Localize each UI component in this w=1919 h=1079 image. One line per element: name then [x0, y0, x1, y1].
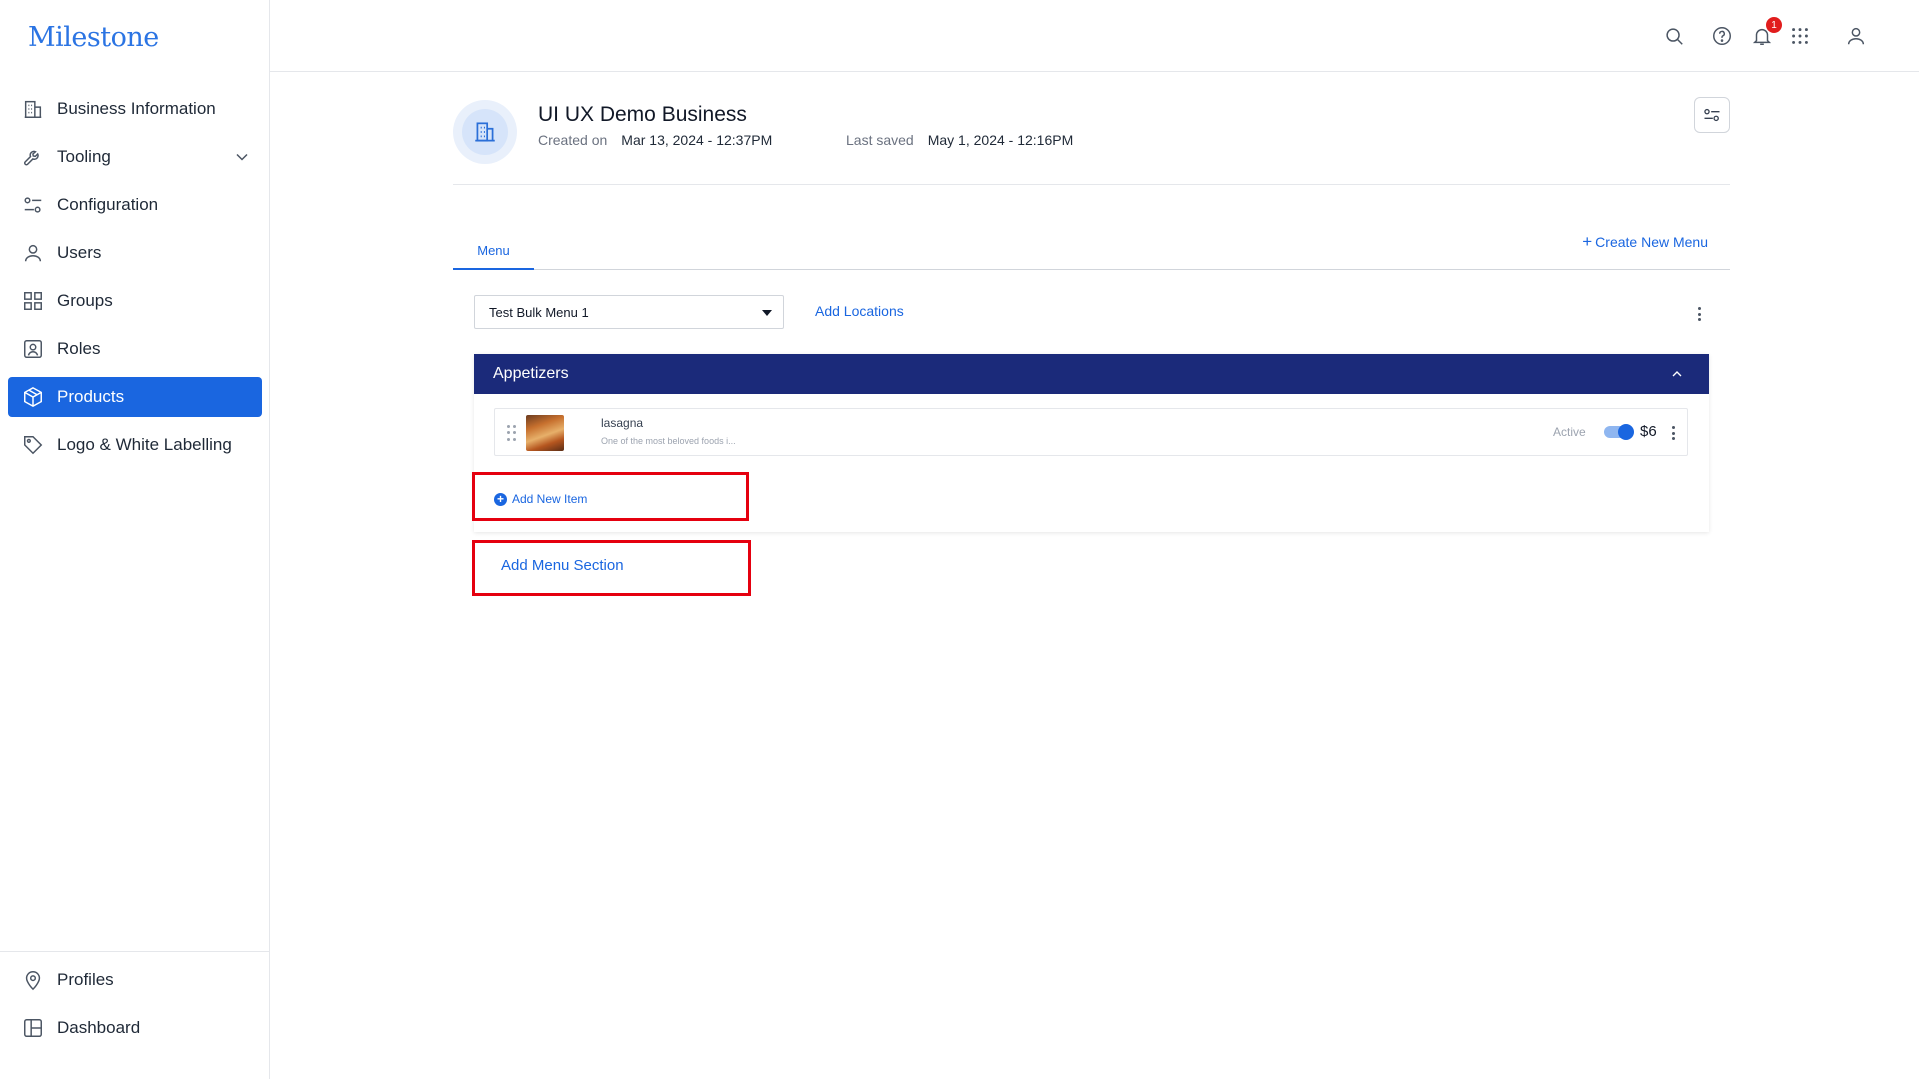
menu-select-value: Test Bulk Menu 1 — [489, 304, 589, 320]
item-name: lasagna — [601, 416, 644, 430]
sliders-icon — [21, 193, 45, 217]
building-icon — [475, 122, 495, 142]
add-new-item-button[interactable]: + Add New Item — [494, 492, 587, 506]
help-icon[interactable] — [1710, 24, 1734, 48]
sidebar-item-groups[interactable]: Groups — [8, 281, 262, 321]
sliders-icon — [1704, 108, 1720, 122]
business-avatar-inner — [462, 109, 508, 155]
item-thumbnail — [526, 415, 564, 451]
created-on-label: Created on — [538, 132, 608, 148]
item-price: $6 — [1640, 423, 1657, 440]
item-options-kebab-icon[interactable] — [1666, 423, 1680, 443]
sidebar-nav: Business Information Tooling Configurati… — [8, 89, 262, 473]
sidebar-bottom-nav: Profiles Dashboard — [0, 951, 270, 1056]
sidebar-item-label: Business Information — [57, 99, 216, 118]
bell-icon[interactable]: 1 — [1750, 17, 1782, 48]
map-pin-icon — [21, 968, 45, 992]
wrench-icon — [21, 145, 45, 169]
menu-select[interactable]: Test Bulk Menu 1 — [474, 295, 784, 329]
created-on-meta: Created on Mar 13, 2024 - 12:37PM — [538, 132, 772, 148]
sidebar-item-roles[interactable]: Roles — [8, 329, 262, 369]
plus-circle-icon: + — [494, 492, 507, 506]
add-locations-link[interactable]: Add Locations — [815, 303, 904, 319]
menu-section-title: Appetizers — [493, 365, 569, 382]
sidebar-item-products[interactable]: Products — [8, 377, 262, 417]
sidebar-item-tooling[interactable]: Tooling — [8, 137, 262, 177]
business-avatar — [453, 100, 517, 164]
created-on-value: Mar 13, 2024 - 12:37PM — [621, 132, 773, 148]
toggle-knob — [1618, 424, 1634, 440]
sidebar-item-label: Configuration — [57, 195, 159, 214]
sidebar-item-logo-white-labelling[interactable]: Logo & White Labelling — [8, 425, 262, 465]
menu-section-header[interactable]: Appetizers — [474, 354, 1709, 394]
menu-item-row[interactable]: lasagna One of the most beloved foods i.… — [494, 408, 1688, 456]
business-name: UI UX Demo Business — [538, 103, 747, 126]
account-icon[interactable] — [1844, 24, 1868, 48]
grid-icon — [21, 289, 45, 313]
sidebar-item-label: Roles — [57, 339, 101, 358]
business-settings-button[interactable] — [1694, 97, 1730, 133]
add-menu-section-button[interactable]: Add Menu Section — [501, 557, 624, 574]
sidebar-item-profiles[interactable]: Profiles — [8, 960, 262, 1000]
sidebar-item-label: Logo & White Labelling — [57, 435, 232, 454]
milestone-logo[interactable]: Milestone — [28, 22, 159, 53]
item-status-label: Active — [1553, 425, 1586, 439]
create-new-menu-button[interactable]: + Create New Menu — [1582, 232, 1708, 252]
sidebar-item-configuration[interactable]: Configuration — [8, 185, 262, 225]
box-icon — [21, 385, 45, 409]
building-icon — [21, 97, 45, 121]
dashboard-icon — [21, 1016, 45, 1040]
header-divider — [453, 184, 1730, 185]
menu-section-card: Appetizers lasagna One of the most belov… — [474, 354, 1709, 532]
tab-bar: Menu + Create New Menu — [453, 232, 1730, 270]
sidebar-item-dashboard[interactable]: Dashboard — [8, 1008, 262, 1048]
search-icon[interactable] — [1662, 24, 1686, 48]
sidebar-item-business-information[interactable]: Business Information — [8, 89, 262, 129]
top-bar: 1 — [270, 0, 1919, 72]
create-new-menu-label: Create New Menu — [1595, 234, 1708, 250]
sidebar-item-label: Products — [57, 387, 125, 406]
sidebar-item-label: Groups — [57, 291, 113, 310]
sidebar-item-label: Users — [57, 243, 102, 262]
tab-menu[interactable]: Menu — [453, 232, 534, 270]
apps-grid-icon[interactable] — [1788, 24, 1812, 48]
notification-badge: 1 — [1766, 17, 1782, 33]
item-description: One of the most beloved foods i... — [601, 436, 736, 446]
drag-handle-icon[interactable] — [507, 425, 517, 441]
sidebar-item-label: Tooling — [57, 147, 111, 166]
sidebar-item-label: Profiles — [57, 970, 114, 989]
last-saved-meta: Last saved May 1, 2024 - 12:16PM — [846, 132, 1073, 148]
caret-down-icon — [762, 310, 772, 316]
item-active-toggle[interactable] — [1604, 424, 1634, 440]
sidebar: Milestone Business Information Tooling C… — [0, 0, 270, 1079]
chevron-up-icon[interactable] — [1669, 366, 1685, 382]
last-saved-label: Last saved — [846, 132, 914, 148]
sidebar-item-users[interactable]: Users — [8, 233, 262, 273]
tag-icon — [21, 433, 45, 457]
user-icon — [21, 241, 45, 265]
add-new-item-label: Add New Item — [512, 492, 588, 506]
sidebar-item-label: Dashboard — [57, 1018, 141, 1037]
id-badge-icon — [21, 337, 45, 361]
menu-options-kebab-icon[interactable] — [1692, 304, 1706, 324]
plus-icon: + — [1582, 232, 1593, 251]
chevron-down-icon[interactable] — [232, 147, 252, 167]
last-saved-value: May 1, 2024 - 12:16PM — [927, 132, 1074, 148]
